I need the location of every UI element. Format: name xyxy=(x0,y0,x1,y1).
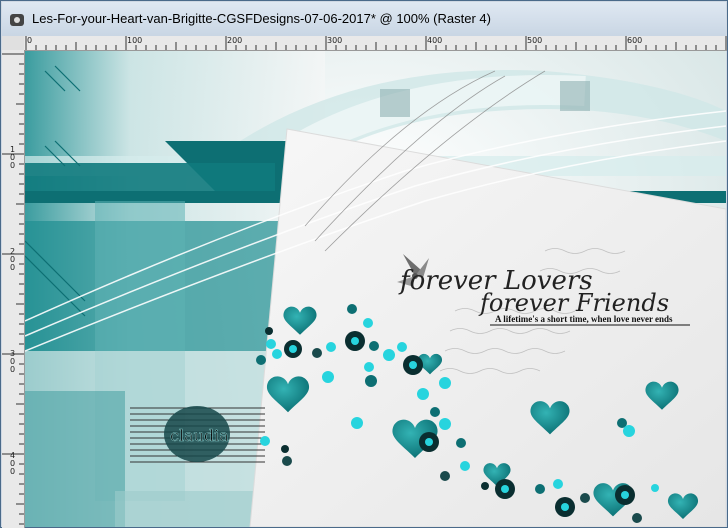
image-canvas[interactable]: forever Lovers forever Friends A lifetim… xyxy=(25,51,726,527)
camera-icon[interactable] xyxy=(10,14,24,26)
ruler-label-100: 100 xyxy=(127,36,143,45)
teal-band xyxy=(25,163,275,193)
artwork-title-2: forever Friends xyxy=(478,289,669,317)
ruler-label-500: 500 xyxy=(527,36,543,45)
ruler-label-v300: 3 0 0 xyxy=(10,349,16,374)
ruler-label-v400: 4 0 0 xyxy=(10,451,16,476)
left-lower-block xyxy=(25,391,125,527)
square-deco-2 xyxy=(560,81,590,111)
ruler-label-200: 200 xyxy=(227,36,243,45)
artwork: forever Lovers forever Friends A lifetim… xyxy=(25,51,726,527)
stamp-text: claudia xyxy=(170,426,229,445)
square-deco-1 xyxy=(380,89,410,117)
ruler-label-0: 0 xyxy=(27,36,33,45)
vertical-ruler[interactable]: 1 0 0 2 0 0 3 0 0 4 0 0 xyxy=(2,50,25,528)
ruler-corner xyxy=(2,36,25,51)
image-window: Les-For-your-Heart-van-Brigitte-CGSFDesi… xyxy=(0,0,728,528)
artwork-tagline: A lifetime's a short time, when love nev… xyxy=(495,314,673,324)
ruler-label-400: 400 xyxy=(427,36,443,45)
window-title: Les-For-your-Heart-van-Brigitte-CGSFDesi… xyxy=(32,11,491,26)
ruler-label-v200: 2 0 0 xyxy=(10,247,16,272)
ruler-label-v100: 1 0 0 xyxy=(10,145,16,170)
ruler-label-600: 600 xyxy=(627,36,643,45)
horizontal-ruler[interactable]: 0 100 200 300 400 500 600 xyxy=(24,36,727,51)
ruler-label-300: 300 xyxy=(327,36,343,45)
title-bar[interactable]: Les-For-your-Heart-van-Brigitte-CGSFDesi… xyxy=(2,2,726,36)
